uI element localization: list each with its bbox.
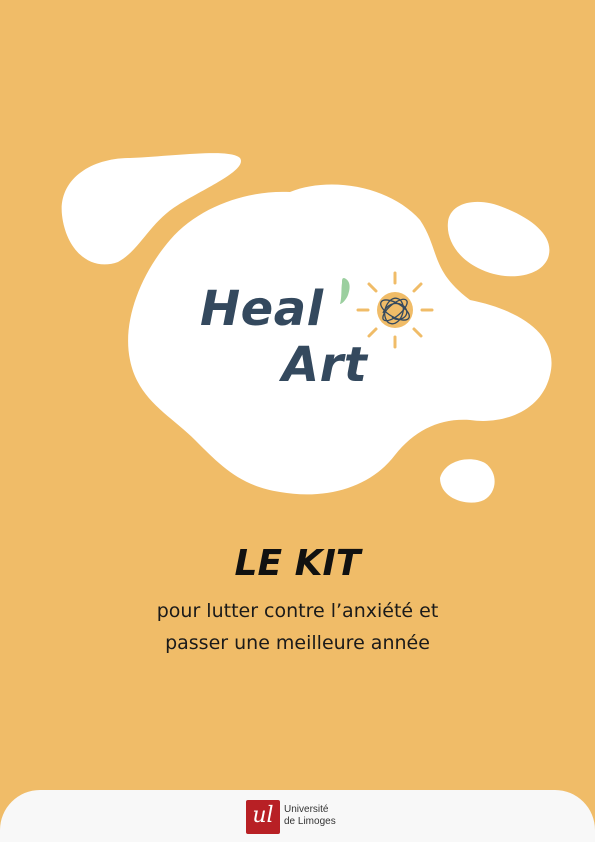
university-name-line-1: Université	[284, 804, 329, 815]
university-name-line-2: de Limoges	[284, 816, 336, 827]
page-title: LE KIT	[234, 543, 361, 584]
logo-word-heal: Heal	[200, 281, 324, 337]
university-logo: ul Université de Limoges	[246, 800, 356, 834]
subtitle: pour lutter contre l’anxiété et passer u…	[0, 595, 595, 659]
blob-right	[447, 201, 550, 277]
logo-word-art: Art	[282, 337, 368, 393]
subtitle-line-1: pour lutter contre l’anxiété et	[156, 600, 439, 622]
cover-page: Heal Art LE KIT pour lutter contre l’anx…	[0, 0, 595, 842]
footer: ul Université de Limoges	[0, 790, 595, 842]
university-name: Université de Limoges	[284, 804, 336, 828]
university-logo-mark: ul	[246, 800, 280, 834]
university-logo-mark-text: ul	[252, 803, 274, 828]
blob-bottom-right	[440, 459, 495, 503]
subtitle-line-2: passer une meilleure année	[165, 632, 430, 654]
healart-logo: Heal Art	[190, 265, 450, 395]
